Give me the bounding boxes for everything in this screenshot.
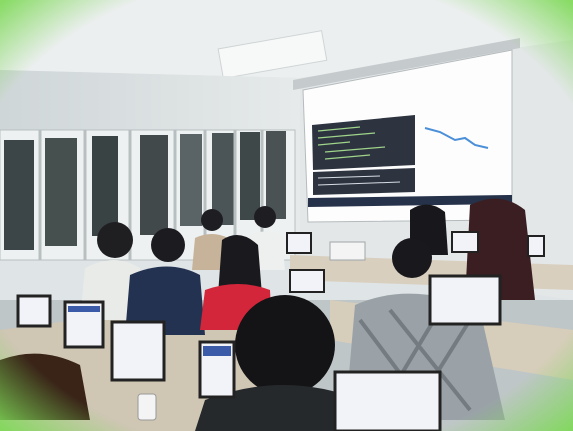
photo-canvas: [0, 0, 573, 431]
classroom-photo: [0, 0, 573, 431]
green-vignette-frame: [0, 0, 573, 431]
